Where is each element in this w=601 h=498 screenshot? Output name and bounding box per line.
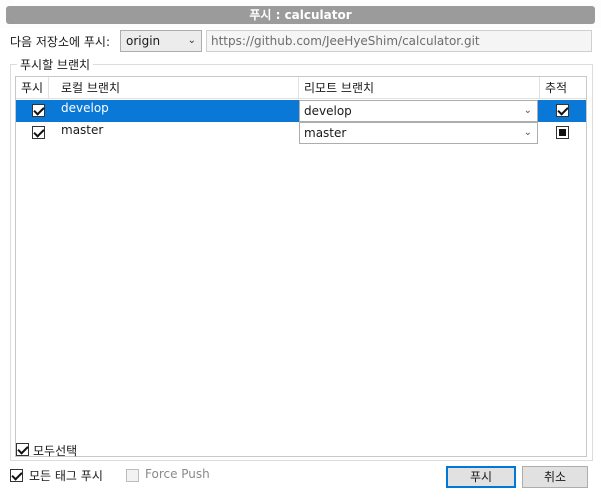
local-branch-name: master — [61, 123, 104, 137]
chevron-down-icon: ⌄ — [187, 35, 196, 46]
chevron-down-icon: ⌄ — [523, 105, 532, 116]
column-header-track[interactable]: 추적 — [540, 77, 586, 99]
table-row[interactable]: master master ⌄ — [16, 122, 586, 144]
local-branch-name: develop — [61, 101, 109, 115]
push-button[interactable]: 푸시 — [446, 466, 516, 488]
column-header-push[interactable]: 푸시 — [16, 77, 49, 99]
cancel-button[interactable]: 취소 — [522, 466, 588, 488]
bottom-options: 모든 태그 푸시 Force Push 푸시 취소 — [10, 466, 595, 490]
track-checkbox[interactable] — [556, 104, 569, 117]
push-all-tags-checkbox[interactable] — [10, 469, 23, 482]
column-header-remote[interactable]: 리모트 브랜치 — [299, 77, 540, 99]
push-checkbox[interactable] — [32, 126, 45, 139]
window-title: 푸시 : calculator — [6, 6, 595, 24]
force-push-label[interactable]: Force Push — [145, 467, 210, 481]
push-all-tags-label[interactable]: 모든 태그 푸시 — [29, 467, 103, 484]
remote-branch-select[interactable]: master ⌄ — [299, 122, 538, 144]
remote-branch-value: master — [304, 126, 347, 140]
remote-branch-value: develop — [304, 104, 352, 118]
table-row[interactable]: develop develop ⌄ — [16, 100, 586, 122]
select-all-label[interactable]: 모두선택 — [33, 442, 77, 459]
remote-select-value: origin — [126, 34, 161, 48]
table-header: 푸시 로컬 브랜치 리모트 브랜치 추적 — [16, 77, 586, 99]
title-bar: 푸시 : calculator — [0, 0, 601, 28]
branches-table: 푸시 로컬 브랜치 리모트 브랜치 추적 develop develop ⌄ m… — [15, 76, 587, 457]
remote-label: 다음 저장소에 푸시: — [10, 35, 110, 49]
column-header-local[interactable]: 로컬 브랜치 — [49, 77, 299, 99]
branches-group-legend: 푸시할 브랜치 — [17, 56, 94, 73]
remote-select[interactable]: origin ⌄ — [120, 30, 202, 52]
push-checkbox[interactable] — [32, 104, 45, 117]
branches-group: 푸시할 브랜치 푸시 로컬 브랜치 리모트 브랜치 추적 develop dev… — [10, 56, 593, 461]
force-push-checkbox[interactable] — [126, 469, 139, 482]
remote-branch-select[interactable]: develop ⌄ — [299, 100, 538, 122]
remote-url-field[interactable]: https://github.com/JeeHyeShim/calculator… — [206, 30, 592, 52]
select-all-checkbox[interactable] — [16, 443, 29, 456]
remote-row: 다음 저장소에 푸시: origin ⌄ https://github.com/… — [10, 30, 595, 52]
chevron-down-icon: ⌄ — [523, 127, 532, 138]
track-checkbox[interactable] — [556, 126, 569, 139]
